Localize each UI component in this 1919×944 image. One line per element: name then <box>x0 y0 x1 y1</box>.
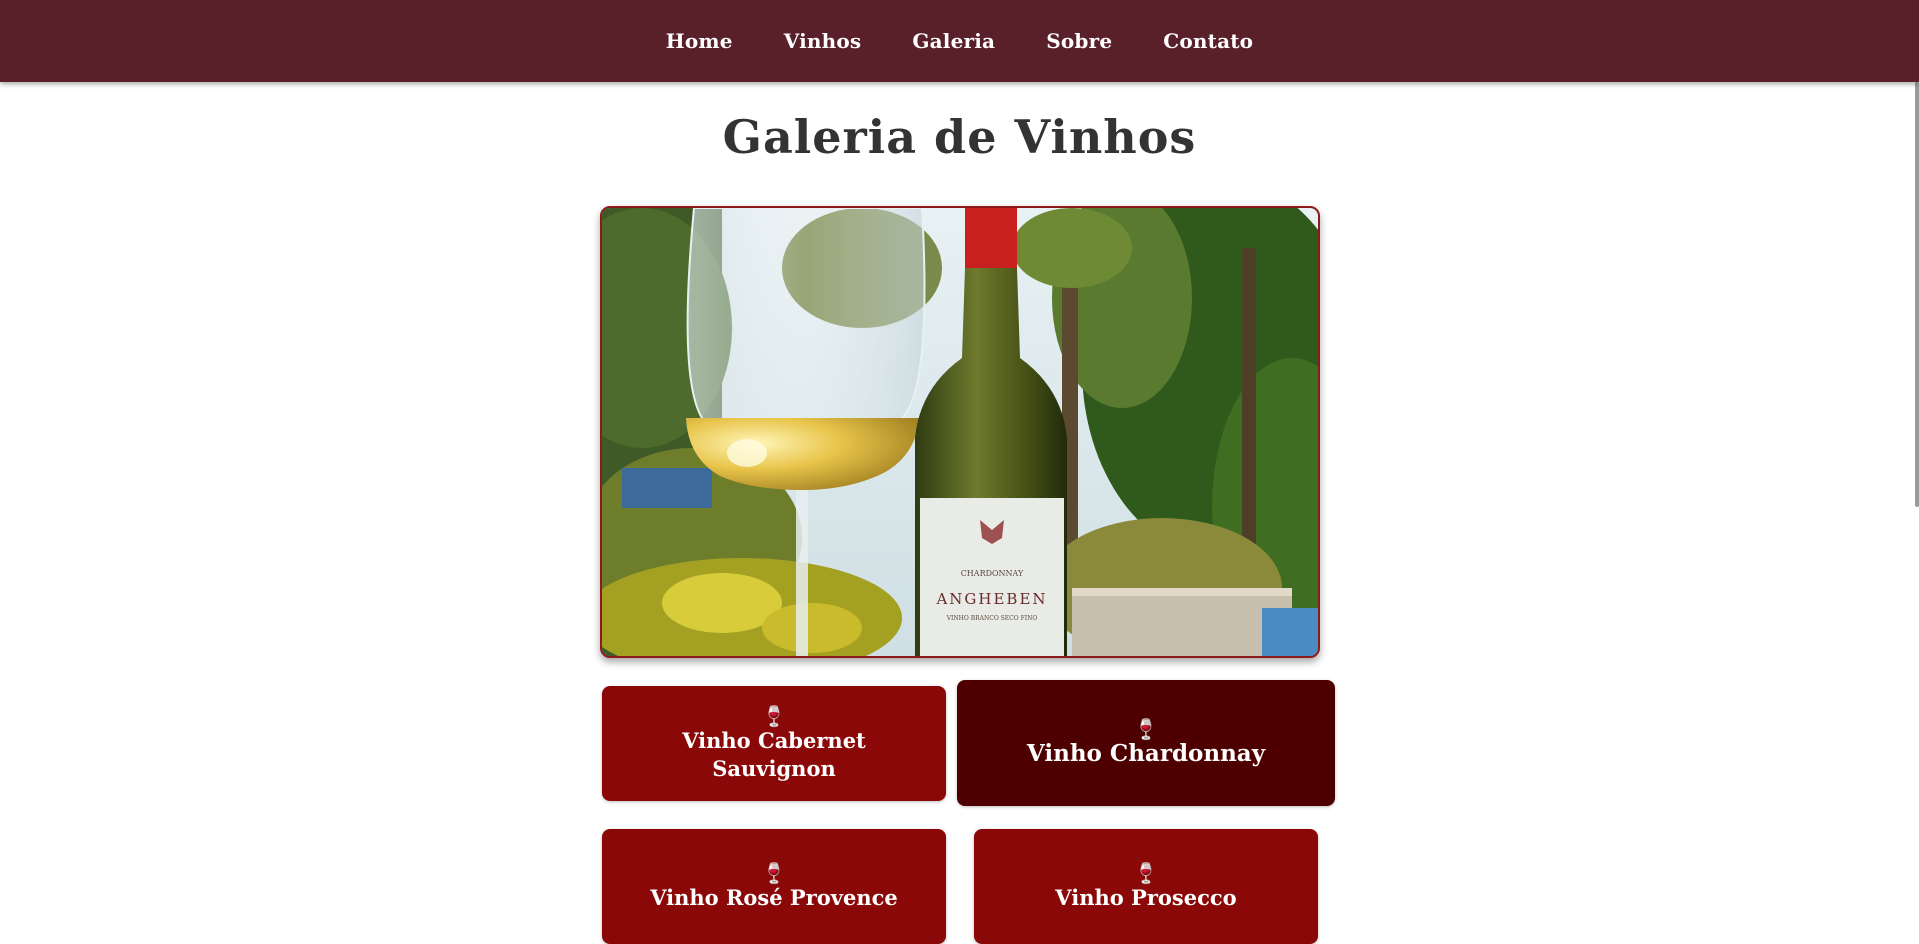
wine-card-label: Vinho Rosé Provence <box>650 884 898 910</box>
wine-card-label: Vinho Chardonnay <box>1026 740 1266 767</box>
main-nav: Home Vinhos Galeria Sobre Contato <box>0 0 1919 82</box>
bottle-label-brand: ANGHEBEN <box>935 590 1047 608</box>
nav-link-home[interactable]: Home <box>666 29 733 53</box>
nav-link-contato[interactable]: Contato <box>1163 29 1253 53</box>
wine-card-chardonnay[interactable]: 🍷 Vinho Chardonnay <box>957 680 1335 806</box>
top-navigation-bar: Home Vinhos Galeria Sobre Contato <box>0 0 1919 82</box>
nav-link-vinhos[interactable]: Vinhos <box>784 29 862 53</box>
wine-glass-icon: 🍷 <box>761 860 787 885</box>
wine-card-rose[interactable]: 🍷 Vinho Rosé Provence <box>602 829 946 944</box>
bottle-label-subtitle: VINHO BRANCO SECO FINO <box>946 615 1038 622</box>
wine-card-cabernet[interactable]: 🍷 Vinho Cabernet Sauvignon <box>602 686 946 801</box>
wine-card-prosecco[interactable]: 🍷 Vinho Prosecco <box>974 829 1318 944</box>
gallery-main-image: CHARDONNAY ANGHEBEN VINHO BRANCO SECO FI… <box>600 206 1320 658</box>
wine-glass-icon: 🍷 <box>1133 717 1159 741</box>
nav-link-galeria[interactable]: Galeria <box>912 29 995 53</box>
page-title: Galeria de Vinhos <box>722 110 1197 164</box>
bottle-label-variety: CHARDONNAY <box>961 569 1024 578</box>
nav-link-sobre[interactable]: Sobre <box>1046 29 1112 53</box>
wine-card-label: Vinho Cabernet Sauvignon <box>682 727 866 781</box>
wine-card-label: Vinho Prosecco <box>1055 884 1237 910</box>
wine-glass-icon: 🍷 <box>1133 860 1159 885</box>
chardonnay-photo: CHARDONNAY ANGHEBEN VINHO BRANCO SECO FI… <box>602 208 1318 656</box>
wine-glass-icon: 🍷 <box>761 703 787 728</box>
